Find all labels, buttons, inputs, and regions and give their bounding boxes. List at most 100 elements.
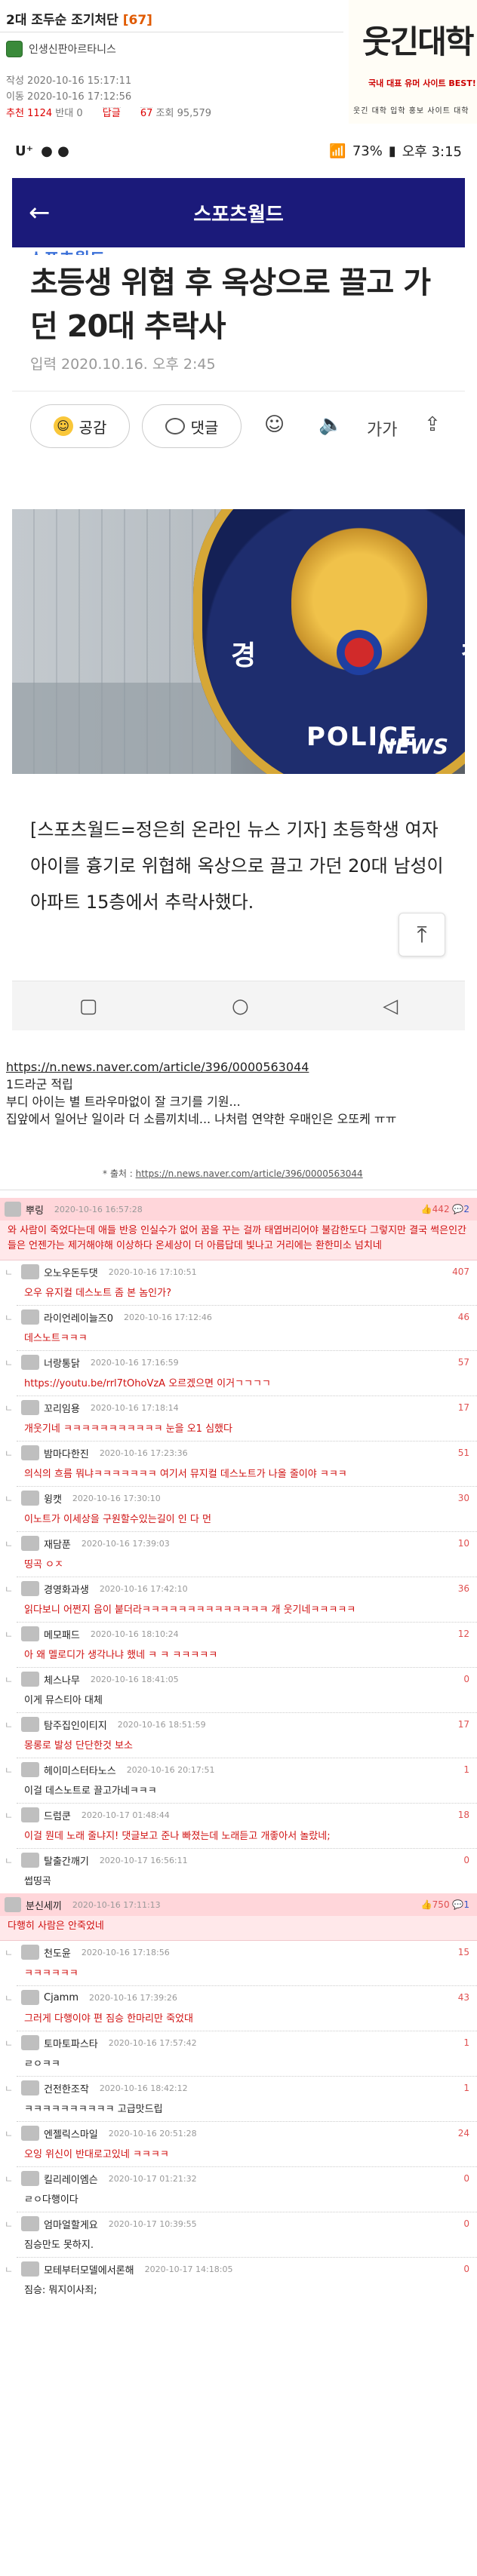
reply-score: 24 — [457, 2128, 469, 2138]
reply-item: 너랑통닭 2020-10-16 17:16:59 57 https://youtu.b… — [5, 1350, 477, 1395]
reply-author[interactable]: 탈출간깨기 — [44, 1853, 89, 1868]
reply-text: ㅋㅋㅋㅋㅋㅋㅋㅋㅋㅋ 고급맛드립 — [24, 2104, 163, 2115]
status-bar: U⁺ ● ● 📶 73% ▮ 오후 3:15 — [0, 134, 477, 167]
reply-item: 메모패드 2020-10-16 18:10:24 12 아 왜 멜로디가 생각나냐 했… — [5, 1622, 477, 1667]
reply-author[interactable]: 건전한조작 — [44, 2081, 89, 2095]
like-button[interactable]: ☺ 공감 — [30, 404, 130, 448]
robot-icon[interactable]: ☺ — [264, 413, 285, 436]
comment-button[interactable]: 댓글 — [142, 404, 242, 448]
avatar — [21, 1264, 39, 1279]
article-headline: 초등생 위협 후 옥상으로 끌고 가던 20대 추락사 — [30, 266, 431, 344]
reply-score: 1 — [463, 1764, 469, 1775]
reply-text: 이걸 데스노트로 끌고가네ㅋㅋㅋ — [24, 1785, 157, 1797]
reply-item: 꼬리임용 2020-10-16 17:18:14 17 개웃기네 ㅋㅋㅋㅋㅋㅋㅋㅋㅋㅋ… — [5, 1395, 477, 1441]
reply-item: 엔젤릭스마일 2020-10-16 20:51:28 24 오잉 위신이 반대로고있네… — [5, 2121, 477, 2166]
reply-author[interactable]: 엄마얼할게요 — [44, 2217, 98, 2231]
reply-author[interactable]: 경영화과생 — [44, 1582, 89, 1596]
reply-item: 엄마얼할게요 2020-10-17 10:39:55 0 짐승만도 못하지. — [5, 2212, 477, 2257]
logo-icons: 웃긴 대학 입학 홍보 사이트 대학 — [353, 107, 469, 115]
avatar — [21, 1672, 39, 1687]
reply-author[interactable]: Cjamm — [44, 1992, 78, 2003]
reply-author[interactable]: 킬리레이엠슨 — [44, 2172, 98, 2186]
reply-header: 엄마얼할게요 2020-10-17 10:39:55 0 — [5, 2212, 477, 2235]
reply-date: 2020-10-17 01:48:44 — [81, 1810, 170, 1820]
post-line: 집앞에서 일어난 일이라 더 소름끼치네... 나처럼 연약한 우매인은 오또케… — [6, 1112, 397, 1126]
avatar — [21, 1445, 39, 1460]
reply-author[interactable]: 메모패드 — [44, 1627, 80, 1641]
reply-date: 2020-10-16 18:10:24 — [90, 1629, 179, 1639]
reply-header: 꼬리임용 2020-10-16 17:18:14 17 — [5, 1396, 477, 1419]
recent-apps-icon[interactable]: ▢ — [79, 995, 98, 1018]
reply-date: 2020-10-16 18:42:12 — [99, 2083, 188, 2093]
reply-date: 2020-10-16 17:30:10 — [72, 1493, 161, 1503]
author-name[interactable]: 인생신판아르타니스 — [29, 41, 116, 57]
source-label: * 출처 : — [103, 1168, 133, 1179]
article-link[interactable]: https://n.news.naver.com/article/396/000… — [6, 1058, 474, 1076]
reply-header: 헤이미스터타노스 2020-10-16 20:17:51 1 — [5, 1758, 477, 1781]
site-logo[interactable]: 웃긴대학 국내 대표 유머 사이트 BEST! 웃긴 대학 입학 홍보 사이트 … — [349, 0, 477, 124]
reply-date: 2020-10-16 17:18:56 — [81, 1947, 170, 1957]
reply-author[interactable]: 천도윤 — [44, 1945, 71, 1960]
comment-text: 다행히 사람은 안죽었네 — [8, 1920, 104, 1932]
reply-author[interactable]: 재담푼 — [44, 1537, 71, 1551]
speaker-icon[interactable]: 🔈 — [319, 413, 343, 436]
avatar — [21, 2216, 39, 2231]
article-date: 입력 2020.10.16. 오후 2:45 — [30, 356, 216, 373]
created-date: 작성 2020-10-16 15:17:11 — [6, 75, 132, 87]
comment-author[interactable]: 뿌링 — [26, 1202, 44, 1217]
reply-header: 탐주집인이티지 2020-10-16 18:51:59 17 — [5, 1713, 477, 1736]
reply-score: 17 — [457, 1719, 469, 1730]
reply-author[interactable]: 드럼쿤 — [44, 1808, 71, 1822]
post-title: 2대 조두순 조기처단 [67] — [6, 9, 152, 28]
reply-date: 2020-10-16 20:17:51 — [126, 1764, 215, 1775]
avatar — [21, 2171, 39, 2186]
comment-author[interactable]: 분신세끼 — [26, 1898, 62, 1912]
reply-item: 경영화과생 2020-10-16 17:42:10 36 읽다보니 어쩐지 음이 붙더… — [5, 1577, 477, 1622]
reply-score: 0 — [463, 1674, 469, 1684]
carrier: U⁺ — [15, 143, 34, 159]
home-icon[interactable]: ○ — [232, 995, 249, 1018]
avatar — [21, 2035, 39, 2050]
reply-author[interactable]: 모테부터모델에서론해 — [44, 2262, 134, 2277]
article-screenshot: U⁺ ● ● 📶 73% ▮ 오후 3:15 ← 스포츠월드 스포츠월드 초등생 … — [0, 134, 477, 1051]
reply-list: 천도윤 2020-10-16 17:18:56 15 ㅋㅋㅋㅋㅋㅋ Cjamm 2020-… — [0, 1941, 477, 2302]
reply-author[interactable]: 너랑통닭 — [44, 1356, 80, 1370]
status-icons: ● ● — [41, 143, 69, 159]
reply-score: 36 — [457, 1583, 469, 1594]
reply-score: 10 — [457, 1538, 469, 1549]
avatar — [5, 1897, 21, 1912]
reply-date: 2020-10-16 17:18:14 — [90, 1402, 179, 1413]
comment-score: 👍442 💬2 — [420, 1204, 469, 1214]
reply-author[interactable]: 라이언레이늘즈0 — [44, 1310, 113, 1325]
reply-author[interactable]: 엔젤릭스마일 — [44, 2126, 98, 2141]
ban-count: 0 — [76, 108, 83, 119]
reply-author[interactable]: 헤이미스터타노스 — [44, 1763, 116, 1777]
avatar — [21, 1717, 39, 1732]
reply-author[interactable]: 체스나무 — [44, 1672, 80, 1687]
reply-author[interactable]: 윙캣 — [44, 1491, 62, 1506]
reply-header: Cjamm 2020-10-16 17:39:26 43 — [5, 1986, 477, 2009]
avatar — [21, 1581, 39, 1596]
reply-author[interactable]: 탐주집인이티지 — [44, 1718, 107, 1732]
back-icon[interactable]: ◁ — [383, 995, 398, 1018]
source-link[interactable]: https://n.news.naver.com/article/396/000… — [136, 1168, 363, 1179]
reply-author[interactable]: 오노우돈두댓 — [44, 1265, 98, 1279]
back-arrow-icon[interactable]: ← — [29, 198, 51, 228]
reply-date: 2020-10-16 20:51:28 — [108, 2128, 197, 2138]
clock: 오후 3:15 — [402, 144, 462, 160]
share-icon[interactable]: ⇪ — [424, 413, 441, 436]
scroll-top-button[interactable]: ⤒ — [399, 913, 445, 956]
author-row[interactable]: 인생신판아르타니스 — [6, 41, 116, 57]
arrow-up-icon: ⤒ — [417, 921, 427, 948]
reply-date: 2020-10-16 17:10:51 — [108, 1267, 197, 1277]
reply-author[interactable]: 꼬리임용 — [44, 1401, 80, 1415]
rec-count: 1124 — [27, 108, 53, 119]
reply-header: 라이언레이늘즈0 2020-10-16 17:12:46 46 — [5, 1306, 477, 1328]
reply-date: 2020-10-16 17:39:26 — [88, 1992, 177, 2003]
reply-author[interactable]: 밤마다한진 — [44, 1446, 89, 1460]
reply-item: 건전한조작 2020-10-16 18:42:12 1 ㅋㅋㅋㅋㅋㅋㅋㅋㅋㅋ 고급맛드… — [5, 2076, 477, 2121]
avatar — [21, 2126, 39, 2141]
font-size-button[interactable]: 가가 — [367, 416, 397, 441]
reply-header: 드럼쿤 2020-10-17 01:48:44 18 — [5, 1804, 477, 1826]
reply-author[interactable]: 토마토파스타 — [44, 2036, 98, 2050]
